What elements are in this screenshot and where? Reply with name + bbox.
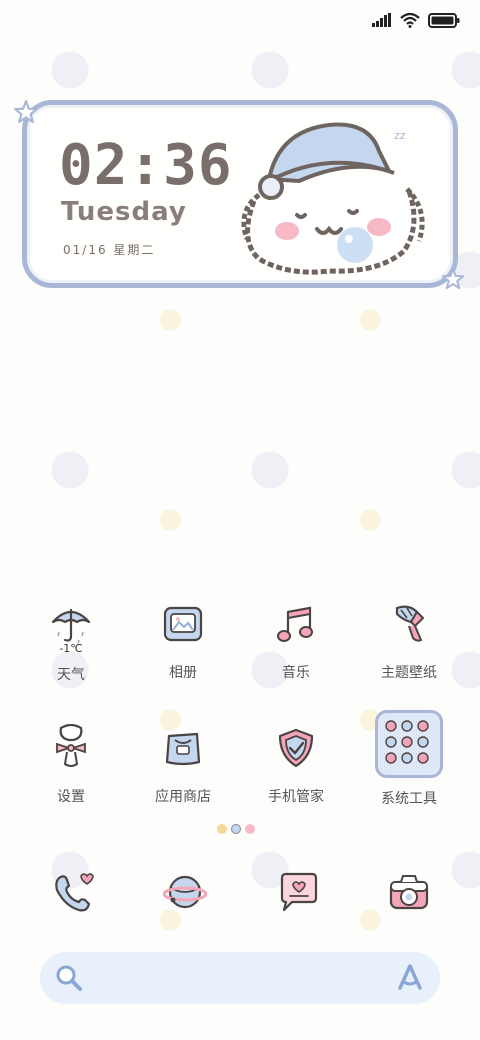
page-indicator[interactable]: [217, 824, 255, 834]
app-label: 相册: [169, 665, 197, 681]
search-icon[interactable]: [54, 963, 84, 993]
clock-day: Tuesday: [61, 197, 187, 227]
app-label: 手机管家: [268, 789, 324, 805]
umbrella-icon: [51, 608, 91, 644]
settings-bow-icon: [56, 724, 86, 767]
wifi-icon: [400, 12, 420, 28]
status-bar: [372, 8, 460, 32]
photo-album-icon: [163, 606, 203, 642]
sleepy-puppy-icon: zz: [241, 122, 425, 275]
app-system-tools[interactable]: 系统工具: [354, 710, 464, 808]
signal-icon: [372, 13, 391, 27]
dock-camera[interactable]: [381, 864, 437, 920]
dock-phone[interactable]: [45, 864, 101, 920]
browser-planet-icon: [163, 875, 207, 909]
dock-browser[interactable]: [157, 864, 213, 920]
page-dot-active: [231, 824, 241, 834]
shopping-bag-icon: [165, 732, 201, 766]
app-label: 音乐: [282, 665, 310, 681]
star-decoration-icon: [14, 100, 38, 124]
shield-check-icon: [278, 728, 314, 768]
phone-heart-icon: [55, 873, 94, 912]
svg-text:zz: zz: [394, 129, 406, 142]
app-phone-manager[interactable]: 手机管家: [241, 720, 351, 806]
app-gallery[interactable]: 相册: [128, 596, 238, 682]
app-label: 天气: [57, 667, 85, 683]
tools-folder-icon: [385, 720, 429, 764]
app-label: 主题壁纸: [381, 665, 437, 681]
music-note-icon: [277, 606, 313, 642]
star-decoration-icon: [442, 268, 464, 290]
app-weather[interactable]: -1℃ 天气: [16, 596, 126, 684]
assistant-icon[interactable]: [394, 962, 426, 994]
app-music[interactable]: 音乐: [241, 596, 351, 682]
page-dot: [217, 824, 227, 834]
page-dot: [245, 824, 255, 834]
clock-widget[interactable]: 02:36 Tuesday 01/16 星期二 zz: [14, 100, 464, 290]
app-store[interactable]: 应用商店: [128, 720, 238, 806]
app-label: 设置: [57, 789, 85, 805]
clock-date: 01/16 星期二: [63, 243, 156, 257]
app-themes[interactable]: 主题壁纸: [354, 596, 464, 682]
app-label: 应用商店: [155, 789, 211, 805]
camera-icon: [389, 875, 429, 910]
message-heart-icon: [280, 872, 318, 912]
clock-time: 02:36: [59, 133, 233, 198]
battery-icon: [428, 12, 460, 28]
search-bar[interactable]: [40, 952, 440, 1004]
dock-messages[interactable]: [270, 864, 326, 920]
app-label: 系统工具: [381, 791, 437, 807]
paint-brush-icon: [395, 605, 425, 642]
app-settings[interactable]: 设置: [16, 720, 126, 806]
weather-temperature: -1℃: [59, 642, 83, 655]
